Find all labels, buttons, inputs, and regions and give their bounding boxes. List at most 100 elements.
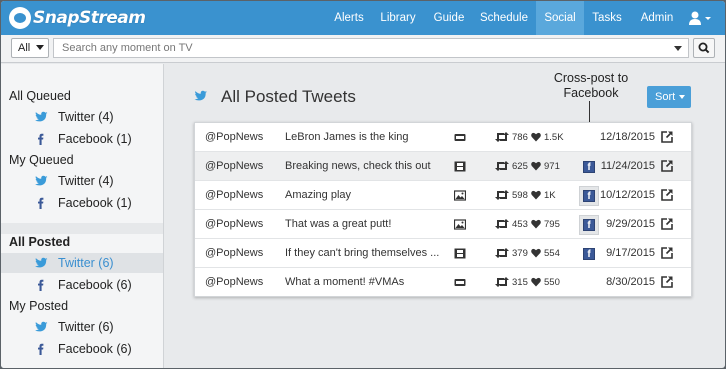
nav-guide[interactable]: Guide [426, 1, 472, 35]
chevron-down-icon [679, 95, 685, 99]
search-scope-dropdown[interactable]: All [11, 38, 49, 58]
nav-alerts[interactable]: Alerts [326, 1, 372, 35]
search-icon [698, 42, 710, 54]
external-link-icon[interactable] [661, 189, 673, 201]
sidebar-item-my-posted-twitter[interactable]: Twitter (6) [1, 317, 163, 337]
cross-post-annotation: Cross-post to Facebook [553, 71, 629, 100]
search-dropdown-caret-icon[interactable] [674, 46, 682, 51]
sidebar-item-label: Facebook (1) [58, 196, 132, 210]
sidebar-header-my-queued[interactable]: My Queued [9, 153, 74, 167]
search-scope-label: All [18, 42, 31, 54]
like-count: 795 [544, 219, 560, 230]
nav-admin[interactable]: Admin [636, 1, 678, 35]
tweet-handle[interactable]: @PopNews [205, 276, 263, 288]
heart-icon [531, 219, 541, 229]
tweet-text[interactable]: LeBron James is the king [285, 131, 440, 143]
sidebar-item-my-queued-facebook[interactable]: Facebook (1) [1, 193, 163, 213]
external-link-icon[interactable] [661, 276, 673, 288]
external-link-icon[interactable] [661, 247, 673, 259]
tweets-table: @PopNews LeBron James is the king 786 1.… [194, 122, 692, 297]
top-nav: SnapStream Alerts Library Guide Schedule… [1, 1, 725, 35]
tweet-date: 8/30/2015 [606, 276, 655, 288]
sort-button-label: Sort [655, 91, 676, 103]
sort-button[interactable]: Sort [647, 86, 691, 108]
page-title: All Posted Tweets [221, 87, 356, 106]
table-row[interactable]: @PopNews That was a great putt! 453 795 … [195, 210, 691, 239]
retweet-count: 598 [512, 190, 528, 201]
tweet-text[interactable]: If they can't bring themselves ... [285, 247, 440, 259]
sidebar-item-label: Facebook (1) [58, 132, 132, 146]
facebook-icon [38, 133, 44, 145]
tweet-text[interactable]: Breaking news, check this out [285, 160, 440, 172]
nav-tasks[interactable]: Tasks [588, 1, 626, 35]
search-input[interactable] [53, 38, 689, 58]
tweet-text[interactable]: What a moment! #VMAs [285, 276, 440, 288]
logo-text: SnapStream [33, 8, 146, 28]
table-row[interactable]: @PopNews What a moment! #VMAs 315 550 8/… [195, 268, 691, 297]
search-bar: All [1, 35, 725, 63]
image-icon [454, 219, 466, 230]
facebook-crosspost-icon[interactable]: f [583, 190, 595, 202]
sidebar-header-my-posted[interactable]: My Posted [9, 299, 68, 313]
sidebar-item-all-queued-facebook[interactable]: Facebook (1) [1, 129, 163, 149]
logo[interactable]: SnapStream [9, 6, 146, 30]
sidebar-item-my-posted-facebook[interactable]: Facebook (6) [1, 339, 163, 359]
search-button[interactable] [693, 38, 715, 58]
sidebar-item-all-posted-twitter[interactable]: Twitter (6) [1, 253, 163, 273]
external-link-icon[interactable] [661, 218, 673, 230]
sidebar-item-all-posted-facebook[interactable]: Facebook (6) [1, 275, 163, 295]
tweet-handle[interactable]: @PopNews [205, 218, 263, 230]
sidebar: All Queued Twitter (4) Facebook (1) My Q… [1, 64, 164, 368]
like-count: 550 [544, 277, 560, 288]
nav-schedule[interactable]: Schedule [475, 1, 533, 35]
facebook-crosspost-icon[interactable]: f [583, 219, 595, 231]
facebook-icon [38, 197, 44, 209]
sidebar-header-all-posted[interactable]: All Posted [9, 235, 70, 249]
nav-social[interactable]: Social [536, 1, 584, 35]
nav-library[interactable]: Library [374, 1, 422, 35]
user-menu-icon[interactable] [689, 11, 715, 25]
tweet-handle[interactable]: @PopNews [205, 189, 263, 201]
tweet-handle[interactable]: @PopNews [205, 160, 263, 172]
image-icon [454, 190, 466, 201]
video-icon [454, 248, 466, 259]
retweet-icon [495, 190, 509, 200]
heart-icon [531, 132, 541, 142]
table-row[interactable]: @PopNews Breaking news, check this out 6… [195, 152, 691, 181]
heart-icon [531, 248, 541, 258]
sidebar-header-all-queued[interactable]: All Queued [9, 89, 71, 103]
like-count: 1K [544, 190, 556, 201]
external-link-icon[interactable] [661, 160, 673, 172]
retweet-count: 625 [512, 161, 528, 172]
external-link-icon[interactable] [661, 131, 673, 143]
tweet-date: 11/24/2015 [600, 160, 655, 172]
tweet-text[interactable]: That was a great putt! [285, 218, 440, 230]
heart-icon [531, 161, 541, 171]
tweet-handle[interactable]: @PopNews [205, 247, 263, 259]
tweet-handle[interactable]: @PopNews [205, 131, 263, 143]
tweet-date: 9/29/2015 [606, 218, 655, 230]
retweet-icon [495, 161, 509, 171]
sidebar-divider [1, 223, 163, 234]
tweet-text[interactable]: Amazing play [285, 189, 440, 201]
twitter-icon [35, 111, 48, 122]
table-row[interactable]: @PopNews Amazing play 598 1K f 10/12/201… [195, 181, 691, 210]
tweet-date: 12/18/2015 [600, 131, 656, 143]
sidebar-item-label: Facebook (6) [58, 342, 132, 356]
facebook-crosspost-icon[interactable]: f [583, 248, 595, 260]
sidebar-item-my-queued-twitter[interactable]: Twitter (4) [1, 171, 163, 191]
like-count: 1.5K [544, 132, 564, 143]
table-row[interactable]: @PopNews If they can't bring themselves … [195, 239, 691, 268]
table-row[interactable]: @PopNews LeBron James is the king 786 1.… [195, 123, 691, 152]
twitter-icon [194, 90, 207, 101]
video-icon [454, 161, 466, 172]
facebook-icon [38, 279, 44, 291]
sidebar-item-label: Twitter (4) [58, 174, 114, 188]
app-window: SnapStream Alerts Library Guide Schedule… [1, 1, 725, 368]
sidebar-item-label: Twitter (6) [58, 256, 114, 270]
retweet-count: 315 [512, 277, 528, 288]
facebook-crosspost-icon[interactable]: f [583, 161, 595, 173]
sidebar-item-all-queued-twitter[interactable]: Twitter (4) [1, 107, 163, 127]
sidebar-item-label: Twitter (6) [58, 320, 114, 334]
retweet-icon [495, 277, 509, 287]
